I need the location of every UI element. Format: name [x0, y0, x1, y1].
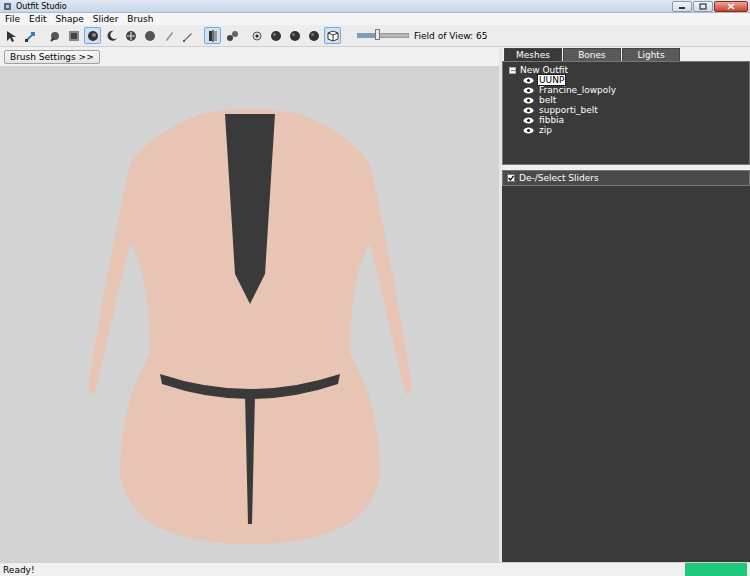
fov-slider[interactable] — [357, 33, 409, 38]
inflate-icon — [67, 29, 81, 43]
tree-item-label: supporti_belt — [538, 105, 599, 115]
right-panel: MeshesBonesLights−New OutfitUUNPFrancine… — [502, 47, 750, 562]
menu-item[interactable]: Brush — [127, 14, 153, 24]
fov-label: Field of View: 65 — [414, 31, 487, 41]
tree-item-label: fibbia — [538, 115, 565, 125]
tool-button[interactable] — [46, 27, 63, 44]
tool-button[interactable] — [305, 27, 322, 44]
tool-button[interactable] — [204, 27, 221, 44]
tree-root-label: New Outfit — [520, 65, 568, 75]
tree-item[interactable]: supporti_belt — [523, 105, 743, 115]
brush-icon — [48, 29, 62, 43]
tab-strip: MeshesBonesLights — [502, 47, 750, 61]
menu-item[interactable]: File — [5, 14, 20, 24]
tab[interactable]: Meshes — [504, 48, 562, 61]
notification-block — [685, 563, 747, 576]
left-panel: Brush Settings >> — [0, 47, 502, 562]
tree-item-label: UUNP — [538, 75, 565, 85]
tool-button[interactable] — [21, 27, 38, 44]
viewport[interactable] — [0, 66, 499, 562]
sliders-header-label: De-/Select Sliders — [519, 173, 599, 183]
move-icon — [124, 29, 138, 43]
main-area: Brush Settings >>MeshesBonesLights−New O… — [0, 47, 750, 562]
tool-button[interactable] — [141, 27, 158, 44]
minimize-icon — [678, 3, 686, 9]
mesh-tree: −New OutfitUUNPFrancine_lowpolybeltsuppo… — [502, 61, 750, 165]
tool-button[interactable] — [2, 27, 19, 44]
tool-button[interactable] — [103, 27, 120, 44]
slider-panel — [502, 186, 750, 562]
tree-children: UUNPFrancine_lowpolybeltsupporti_beltfib… — [509, 75, 743, 135]
menu-item[interactable]: Shape — [56, 14, 84, 24]
tool-button[interactable] — [286, 27, 303, 44]
brush-settings-button[interactable]: Brush Settings >> — [4, 50, 100, 64]
dot-icon — [250, 29, 264, 43]
fov-thumb[interactable] — [375, 29, 380, 40]
tool-button[interactable] — [248, 27, 265, 44]
tree-item[interactable]: zip — [523, 125, 743, 135]
weight-icon — [162, 29, 176, 43]
sphere-icon — [307, 29, 321, 43]
eye-icon[interactable] — [523, 117, 534, 124]
maximize-button[interactable] — [693, 1, 713, 12]
close-icon — [727, 3, 735, 10]
toolbar: Field of View: 65 — [0, 25, 750, 47]
check-icon — [508, 175, 514, 181]
eye-icon[interactable] — [523, 107, 534, 114]
smooth-icon — [143, 29, 157, 43]
menu-item[interactable]: Edit — [29, 14, 46, 24]
tree-item[interactable]: Francine_lowpoly — [523, 85, 743, 95]
menu-bar: File Edit Shape Slider Brush — [0, 13, 750, 25]
expander[interactable]: − — [509, 67, 516, 74]
maximize-icon — [699, 3, 707, 10]
tree-item-label: belt — [538, 95, 557, 105]
eye-icon[interactable] — [523, 77, 534, 84]
tree-item-label: zip — [538, 125, 553, 135]
model-preview — [50, 74, 450, 554]
tool-button[interactable] — [324, 27, 341, 44]
pen-icon — [181, 29, 195, 43]
select-sliders-checkbox[interactable] — [507, 174, 515, 182]
app-icon — [3, 2, 12, 11]
tool-button[interactable] — [84, 27, 101, 44]
eye-icon[interactable] — [523, 87, 534, 94]
window-buttons — [672, 1, 748, 12]
tool-button[interactable] — [160, 27, 177, 44]
window-title: Outfit Studio — [12, 2, 672, 11]
tool-button[interactable] — [65, 27, 82, 44]
tree-item[interactable]: belt — [523, 95, 743, 105]
deflate-icon — [86, 29, 100, 43]
cube-icon — [326, 29, 340, 43]
brush-row: Brush Settings >> — [0, 47, 499, 66]
menu-item[interactable]: Slider — [93, 14, 119, 24]
mirror-icon — [206, 29, 220, 43]
eye-icon[interactable] — [523, 127, 534, 134]
tool-button[interactable] — [223, 27, 240, 44]
tree-item-label: Francine_lowpoly — [538, 85, 617, 95]
field-of-view: Field of View: 65 — [357, 31, 487, 41]
select-icon — [4, 29, 18, 43]
transform-icon — [23, 29, 37, 43]
tree-item[interactable]: fibbia — [523, 115, 743, 125]
eye-icon[interactable] — [523, 97, 534, 104]
tool-button[interactable] — [122, 27, 139, 44]
status-bar: Ready! — [0, 562, 750, 576]
minimize-button[interactable] — [672, 1, 692, 12]
close-button[interactable] — [714, 1, 748, 12]
tree-item[interactable]: UUNP — [523, 75, 743, 85]
sliders-header: De-/Select Sliders — [502, 170, 750, 186]
sphere-icon — [269, 29, 283, 43]
connected-icon — [225, 29, 239, 43]
tab[interactable]: Lights — [622, 48, 680, 61]
tool-button[interactable] — [267, 27, 284, 44]
tree-root[interactable]: −New Outfit — [509, 65, 743, 75]
status-text: Ready! — [3, 565, 685, 575]
moon-icon — [105, 29, 119, 43]
sphere-icon — [288, 29, 302, 43]
tool-button[interactable] — [179, 27, 196, 44]
tab[interactable]: Bones — [563, 48, 621, 61]
title-bar: Outfit Studio — [0, 0, 750, 13]
